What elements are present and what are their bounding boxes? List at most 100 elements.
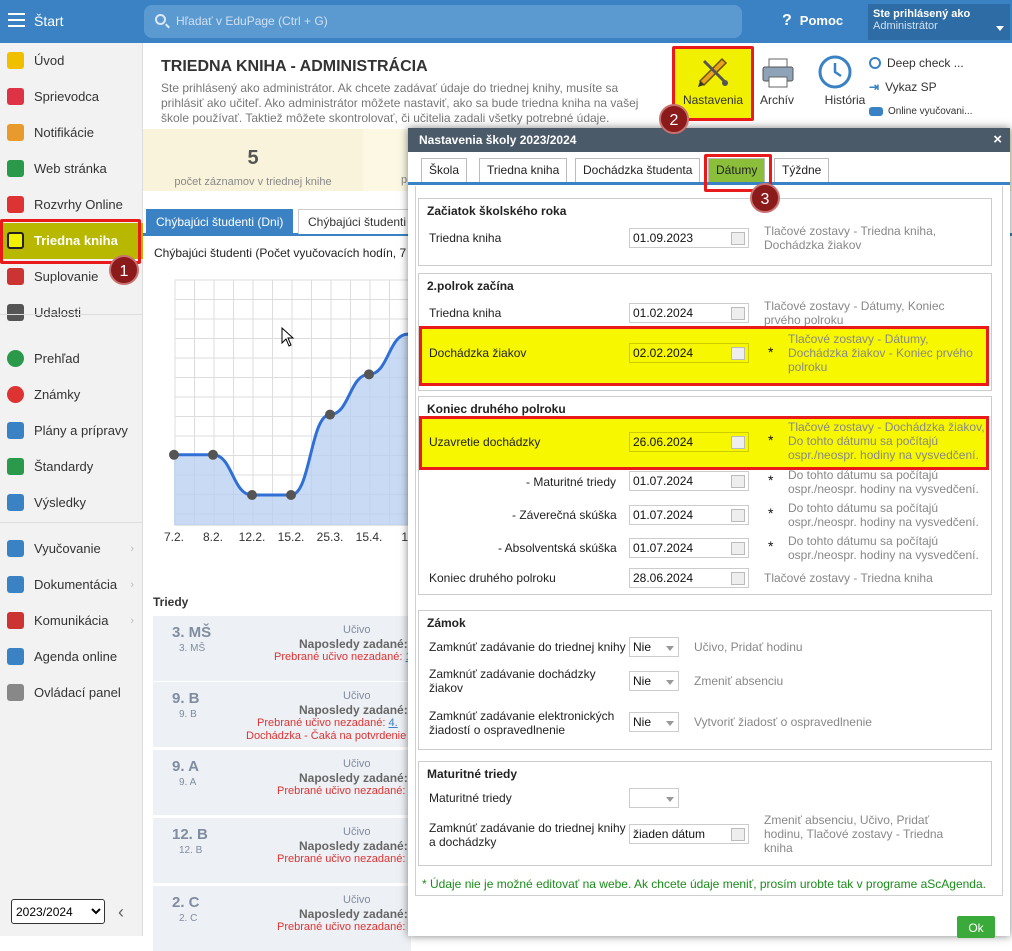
chevron-down-icon (666, 680, 674, 685)
user-menu[interactable]: Ste prihlásený ako Administrátor (868, 4, 1010, 40)
user-role: Administrátor (873, 20, 938, 32)
sidebar-item[interactable]: Výsledky (0, 485, 143, 521)
tab-dochadzka[interactable]: Dochádzka študenta (575, 158, 701, 182)
start-link[interactable]: Štart (34, 13, 64, 29)
ucivo-label: Učivo (343, 624, 371, 636)
right-links: Deep check ... ⇥ Vykaz SP Online vyučovan… (869, 51, 973, 123)
class-short: 2. C (179, 913, 198, 924)
calendar-icon[interactable] (731, 347, 745, 360)
deep-check-label: Deep check ... (887, 56, 964, 70)
sidebar-item[interactable]: Úvod (0, 43, 143, 79)
calendar-icon[interactable] (731, 572, 745, 585)
calendar-grid-icon (7, 304, 24, 321)
chart-title: Chýbajúci študenti (Počet vyučovacích ho… (154, 246, 407, 260)
class-row[interactable]: 9. B 9. B Učivo Naposledy zadané: 17. 6 Preb… (153, 681, 438, 747)
printer-icon (762, 58, 794, 88)
sidebar-item[interactable]: Dokumentácia › (0, 567, 143, 603)
mouse-cursor-icon (281, 327, 295, 347)
x-tick-label: 15.4. (356, 530, 383, 544)
class-row[interactable]: 3. MŠ 3. MŠ Učivo Naposledy zadané: Prebrané… (153, 615, 418, 681)
year-select[interactable]: 2023/2024 (11, 899, 105, 924)
ok-button[interactable]: Ok (957, 916, 995, 938)
lock-select[interactable]: Nie (629, 637, 679, 657)
field-label: - Maturitné triedy (526, 475, 617, 489)
sidebar-divider (0, 522, 143, 523)
sidebar-item[interactable]: Plány a prípravy (0, 413, 143, 449)
calendar-icon[interactable] (731, 436, 745, 449)
sidebar-item[interactable]: Štandardy (0, 449, 143, 485)
tab-tyzdne[interactable]: Týždne (774, 158, 830, 182)
lock-select[interactable]: Nie (629, 712, 679, 732)
lock-select[interactable]: Nie (629, 671, 679, 691)
section-heading: Zámok (427, 616, 466, 630)
sidebar-item-label: Prehľad (34, 351, 80, 366)
tab-triedna-kniha[interactable]: Triedna kniha (479, 158, 568, 182)
calendar-icon (7, 196, 24, 213)
online-link[interactable]: Online vyučovani... (869, 99, 973, 123)
sidebar-item[interactable]: Vyučovanie › (0, 531, 143, 567)
class-name[interactable]: 2. C (172, 894, 200, 911)
field-label: Zamknúť zadávanie elektronických žiadost… (429, 709, 615, 737)
class-row[interactable]: 2. C 2. C Učivo Naposledy zadané: Prebrané u… (153, 885, 418, 951)
date-field[interactable]: 26.06.2024 (629, 432, 749, 452)
sidebar-item[interactable]: Notifikácie (0, 115, 143, 151)
sidebar-item-label: Známky (34, 387, 81, 402)
collapse-sidebar-icon[interactable]: ‹ (118, 902, 124, 923)
sidebar-item[interactable]: Rozvrhy Online (0, 187, 143, 223)
date-value: 02.02.2024 (633, 346, 694, 360)
sidebar-item-label: Suplovanie (34, 269, 99, 284)
readonly-star: * (768, 344, 774, 360)
date-field[interactable]: žiaden dátum (629, 824, 749, 844)
calendar-icon[interactable] (731, 475, 745, 488)
online-label: Online vyučovani... (888, 105, 973, 117)
sidebar-item[interactable]: Web stránka (0, 151, 143, 187)
calendar-icon[interactable] (731, 307, 745, 320)
class-name[interactable]: 9. A (172, 758, 199, 775)
class-name[interactable]: 12. B (172, 826, 208, 843)
sidebar-item[interactable]: Prehľad (0, 341, 143, 377)
home-icon (7, 160, 24, 177)
calendar-icon[interactable] (731, 232, 745, 245)
deep-check-link[interactable]: Deep check ... (869, 51, 973, 75)
sidebar-item[interactable]: Známky (0, 377, 143, 413)
uncovered-link[interactable]: 4. (389, 717, 398, 729)
sidebar-item[interactable]: Triedna kniha (0, 223, 143, 259)
step-badge-3: 3 (750, 183, 780, 213)
tab-missing-days[interactable]: Chýbajúci študenti (Dni) (146, 209, 294, 234)
date-field[interactable]: 02.02.2024 (629, 343, 749, 363)
date-field[interactable]: 01.09.2023 (629, 228, 749, 248)
date-field[interactable]: 01.07.2024 (629, 471, 749, 491)
date-value: 01.07.2024 (633, 474, 694, 488)
readonly-star: * (768, 472, 774, 488)
tab-skola[interactable]: Škola (421, 158, 468, 182)
calendar-icon[interactable] (731, 828, 745, 841)
class-name[interactable]: 9. B (172, 690, 200, 707)
section-heading: 2.polrok začína (427, 279, 514, 293)
help-button[interactable]: ? Pomoc (782, 12, 843, 30)
class-row[interactable]: 12. B 12. B Učivo Naposledy zadané: Prebrané… (153, 817, 418, 883)
search-box[interactable] (144, 5, 742, 38)
sidebar-item[interactable]: Komunikácia › (0, 603, 143, 639)
graduation-select[interactable] (629, 788, 679, 808)
field-label: Zamknúť zadávanie do triednej knihy a do… (429, 821, 626, 849)
date-field[interactable]: 28.06.2024 (629, 568, 749, 588)
menu-icon[interactable] (8, 13, 25, 27)
calendar-icon[interactable] (731, 509, 745, 522)
date-field[interactable]: 01.07.2024 (629, 538, 749, 558)
sidebar-item[interactable]: Udalosti (0, 295, 143, 331)
sidebar-item[interactable]: Sprievodca (0, 79, 143, 115)
class-name[interactable]: 3. MŠ (172, 624, 211, 641)
sidebar-item[interactable]: Ovládací panel (0, 675, 143, 711)
search-input[interactable] (176, 12, 716, 30)
tab-datumy[interactable]: Dátumy (708, 158, 766, 182)
tab-missing-lessons[interactable]: Chýbajúci študenti (298, 209, 418, 234)
sidebar-item[interactable]: Agenda online (0, 639, 143, 675)
date-field[interactable]: 01.02.2024 (629, 303, 749, 323)
date-value: 01.07.2024 (633, 541, 694, 555)
class-row[interactable]: 9. A 9. A Učivo Naposledy zadané: 10. 6 Preb… (153, 749, 438, 815)
close-icon[interactable]: × (993, 131, 1002, 148)
vykaz-link[interactable]: ⇥ Vykaz SP (869, 75, 973, 99)
ucivo-label: Učivo (343, 894, 371, 906)
date-field[interactable]: 01.07.2024 (629, 505, 749, 525)
calendar-icon[interactable] (731, 542, 745, 555)
